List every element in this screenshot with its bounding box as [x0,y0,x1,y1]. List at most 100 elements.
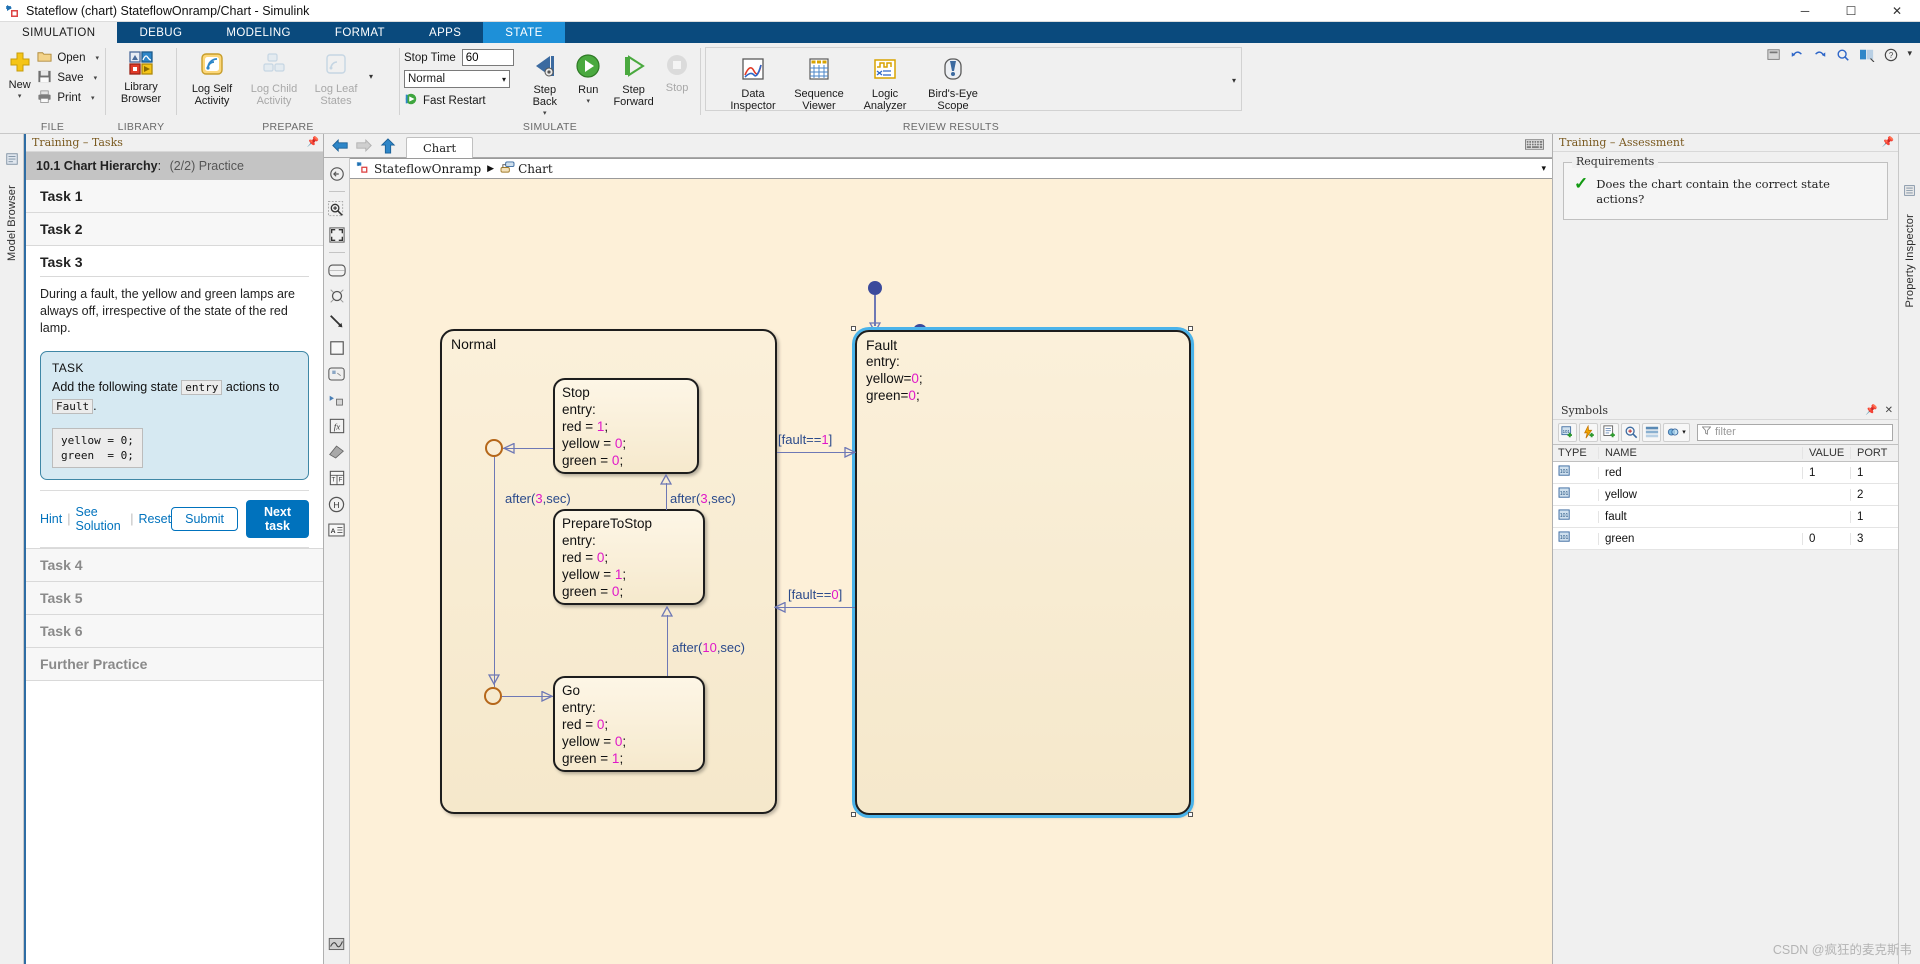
keyboard-icon[interactable] [1525,138,1544,153]
breadcrumb-caret-icon[interactable]: ▾ [1541,163,1546,174]
task-row-5[interactable]: Task 5 [26,582,323,615]
tab-apps[interactable]: APPS [407,22,483,43]
symbols-table-row-fault[interactable]: 101 fault 1 [1553,506,1898,528]
minimize-button[interactable]: ─ [1782,0,1828,22]
fit-to-view-icon[interactable] [327,164,347,184]
see-solution-link[interactable]: See Solution [75,505,125,533]
transition-label-after3-left[interactable]: after(3,sec) [505,491,571,506]
tab-format[interactable]: FORMAT [313,22,407,43]
fast-restart-label[interactable]: Fast Restart [423,95,486,107]
symbols-close-icon[interactable]: ✕ [1885,405,1893,416]
log-leaf-states-button[interactable]: Log Leaf States [305,46,367,107]
selection-handle-bl[interactable] [851,812,856,817]
stop-time-input[interactable] [461,49,514,66]
next-task-button[interactable]: Next task [246,500,309,538]
resolve-undefined-icon[interactable] [1621,422,1640,442]
state-stop[interactable]: Stop entry: red = 1; yellow = 0; green =… [553,378,699,474]
transition-label-after3-right[interactable]: after(3,sec) [670,491,736,506]
tab-debug[interactable]: DEBUG [117,22,204,43]
selection-handle-tl[interactable] [851,326,856,331]
junction-icon[interactable] [327,286,347,306]
col-header-type[interactable]: TYPE [1553,447,1598,459]
symbols-pin-icon[interactable]: 📌 [1865,405,1877,416]
matlab-function-icon[interactable]: fx [327,416,347,436]
scope-filter-icon[interactable]: ▾ [1663,422,1690,442]
selection-handle-br[interactable] [1188,812,1193,817]
stop-button[interactable]: Stop [658,49,696,94]
transition-label-after10[interactable]: after(10,sec) [672,640,745,655]
more-icon[interactable]: ▾ [1907,48,1912,59]
symbols-table-row-green[interactable]: 101 green 0 3 [1553,528,1898,550]
task-row-further-practice[interactable]: Further Practice [26,648,323,681]
property-inspector-rail-label[interactable]: Property Inspector [1904,214,1916,307]
new-button[interactable]: New ▾ [4,46,35,120]
textbox-icon[interactable]: A [327,520,347,540]
log-child-activity-button[interactable]: Log Child Activity [243,46,305,107]
assessment-pin-icon[interactable]: 📌 [1882,137,1894,148]
model-browser-tab-icon[interactable] [5,152,19,169]
simulink-function-icon[interactable] [327,390,347,410]
transition-icon[interactable] [327,312,347,332]
stateflow-canvas[interactable]: Normal Stop entry: red = 1; yellow = 0; … [350,179,1552,964]
log-self-activity-button[interactable]: Log Self Activity [181,46,243,107]
transition-label-fault-eq-1[interactable]: [fault==1] [778,432,832,447]
submit-button[interactable]: Submit [171,507,239,531]
default-transition-dot-chart[interactable] [868,281,882,295]
state-fault[interactable]: Fault entry: yellow=0; green=0; [855,330,1191,815]
transition-label-fault-eq-0[interactable]: [fault==0] [788,587,842,602]
add-event-icon[interactable] [1579,422,1598,442]
run-button[interactable]: Run ▾ [567,49,609,105]
state-go[interactable]: Go entry: red = 0; yellow = 0; green = 1… [553,676,705,772]
undo-icon[interactable] [1790,48,1804,65]
selection-handle-tr[interactable] [1188,326,1193,331]
zoom-in-icon[interactable] [327,199,347,219]
junction-top[interactable] [485,439,503,457]
history-junction-icon[interactable]: H [327,494,347,514]
open-caret-icon[interactable]: ▾ [95,54,99,62]
step-back-button[interactable]: Step Back ▾ [522,49,567,117]
scope-icon[interactable] [327,934,347,954]
pin-icon[interactable]: 📌 [307,137,319,148]
box-icon[interactable] [327,338,347,358]
task-row-1[interactable]: Task 1 [26,180,323,213]
symbols-filter-input[interactable]: filter [1697,423,1893,441]
breadcrumb-item-chart[interactable]: Chart [500,160,553,177]
logic-analyzer-button[interactable]: Logic Analyzer [852,51,918,112]
close-button[interactable]: ✕ [1874,0,1920,22]
step-back-caret-icon[interactable]: ▾ [543,109,547,117]
new-caret-icon[interactable]: ▾ [18,92,22,100]
state-preparetostop[interactable]: PrepareToStop entry: red = 0; yellow = 1… [553,509,705,605]
zoom-icon[interactable] [1836,48,1850,65]
review-overflow-caret-icon[interactable]: ▾ [1232,76,1236,85]
tab-simulation[interactable]: SIMULATION [0,22,118,43]
run-caret-icon[interactable]: ▾ [587,97,591,105]
simulation-mode-select[interactable]: Normal ▾ [404,70,510,88]
editor-tab-chart[interactable]: Chart [406,137,474,158]
add-data-icon[interactable]: 101 [1558,422,1577,442]
col-header-port[interactable]: PORT [1850,447,1898,459]
tab-modeling[interactable]: MODELING [204,22,313,43]
col-header-name[interactable]: NAME [1598,447,1802,459]
search-icon[interactable] [1767,48,1781,65]
col-header-value[interactable]: VALUE [1802,447,1850,459]
library-browser-button[interactable]: Library Browser [113,46,169,105]
back-arrow-icon[interactable] [328,136,352,156]
chevron-down-icon[interactable]: ▾ [502,75,506,84]
open-button[interactable]: Open ▾ [35,48,101,68]
breadcrumb-item-model[interactable]: StateflowOnramp [356,161,481,177]
property-inspector-tab-icon[interactable] [1903,184,1916,200]
sequence-viewer-button[interactable]: Sequence Viewer [786,51,852,112]
task-row-6[interactable]: Task 6 [26,615,323,648]
prepare-overflow-caret-icon[interactable]: ▾ [369,72,373,81]
data-inspector-button[interactable]: Data Inspector [720,51,786,112]
scope-filter-caret-icon[interactable]: ▾ [1682,428,1686,436]
symbols-table-row-yellow[interactable]: 101 yellow 2 [1553,484,1898,506]
state-icon[interactable] [327,260,347,280]
tab-state[interactable]: STATE [483,22,565,43]
task-row-2[interactable]: Task 2 [26,213,323,246]
print-caret-icon[interactable]: ▾ [91,94,95,102]
save-caret-icon[interactable]: ▾ [94,74,98,82]
birds-eye-scope-button[interactable]: Bird's-Eye Scope [918,51,988,112]
up-arrow-icon[interactable] [376,136,400,156]
layout-icon[interactable] [1859,48,1875,65]
